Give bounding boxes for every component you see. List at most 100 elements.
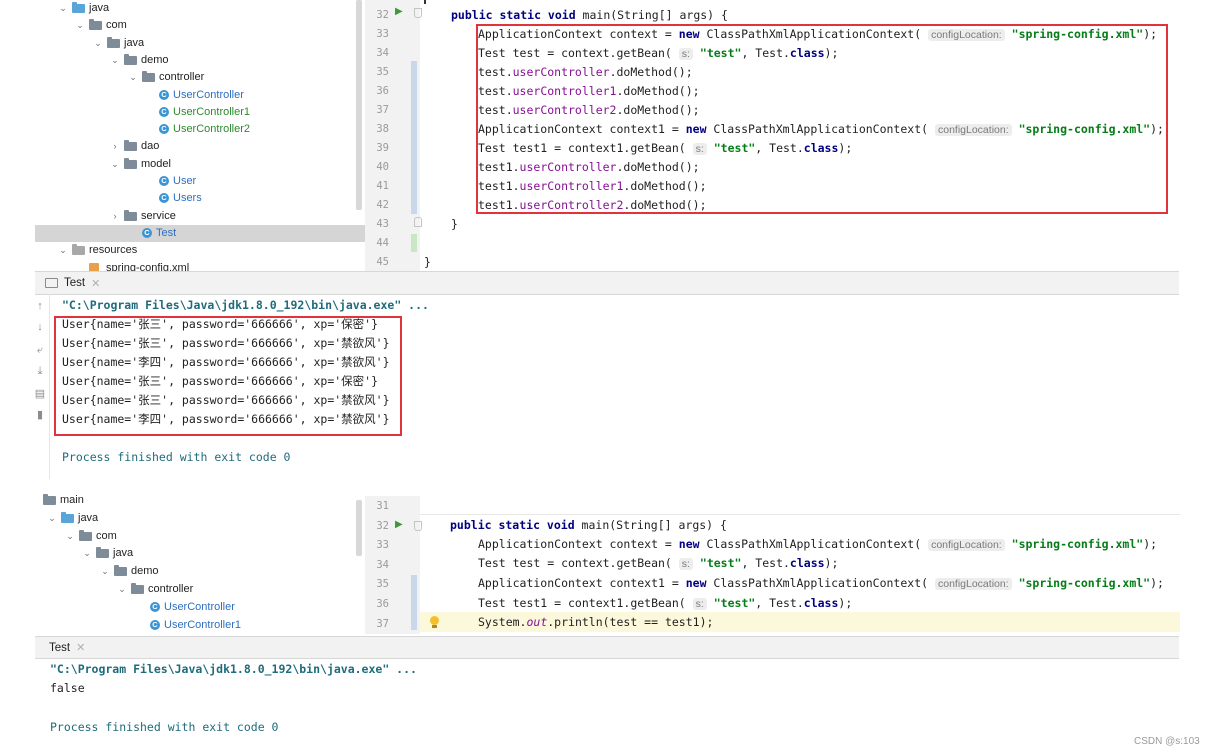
tree-item-label: UserController1 (173, 105, 251, 118)
tree-item[interactable]: C UserController1 (35, 617, 365, 634)
line-number: 32 (376, 9, 389, 21)
line-number: 44 (376, 237, 389, 249)
tree-item[interactable]: C Users (35, 190, 365, 207)
tree-item[interactable]: ⌄ com (35, 17, 365, 34)
folder-icon (72, 2, 85, 13)
param-hint: s: (692, 598, 707, 610)
chevron-down-icon[interactable]: ⌄ (93, 35, 103, 52)
run-main-icon[interactable]: ▶ (395, 6, 403, 17)
run-tabbar-top: Test ✕ (35, 271, 1179, 295)
tree-item[interactable]: › dao (35, 138, 365, 155)
print-icon[interactable]: ▤ (32, 387, 48, 400)
chevron-down-icon[interactable]: ⌄ (65, 528, 75, 545)
tree-item[interactable]: ⌄ java (35, 545, 365, 562)
folder-icon (72, 244, 85, 256)
line-number: 40 (376, 161, 389, 173)
close-icon[interactable]: ✕ (76, 641, 85, 654)
code-line-32: public static void main(String[] args) { (450, 518, 727, 532)
tree-item[interactable]: spring-config.xml (35, 260, 365, 272)
tree-item[interactable]: main (35, 492, 365, 509)
tree-item[interactable]: ⌄ demo (35, 52, 365, 69)
tree-item[interactable]: C UserController1 (35, 104, 365, 121)
tree-item[interactable]: C UserController (35, 87, 365, 104)
chevron-right-icon[interactable]: › (110, 208, 120, 225)
tree-item-label: demo (131, 565, 159, 578)
tab-test-bottom[interactable]: Test ✕ (49, 637, 85, 658)
line-number: 33 (376, 28, 389, 40)
tree-item[interactable]: ⌄ java (35, 0, 365, 17)
chevron-down-icon[interactable]: ⌄ (117, 581, 127, 598)
tree-item[interactable]: › service (35, 208, 365, 225)
console-command: "C:\Program Files\Java\jdk1.8.0_192\bin\… (50, 662, 417, 676)
lightbulb-icon[interactable] (430, 616, 439, 625)
chevron-down-icon[interactable]: ⌄ (75, 17, 85, 34)
chevron-down-icon[interactable]: ⌄ (82, 545, 92, 562)
chevron-down-icon[interactable]: ⌄ (110, 52, 120, 69)
xml-file-icon (89, 262, 99, 271)
line-number: 39 (376, 142, 389, 154)
line-number: 35 (376, 578, 389, 591)
code-line-32: public static void main(String[] args) { (451, 8, 728, 22)
tree-item[interactable]: C UserController (35, 599, 365, 616)
tree-item[interactable]: ⌄ controller (35, 69, 365, 86)
code-line-34: Test test = context.getBean( s: "test", … (478, 556, 839, 570)
tree-item[interactable]: ⌄ demo (35, 563, 365, 580)
chevron-down-icon[interactable]: ⌄ (110, 156, 120, 173)
tab-test-top[interactable]: Test ✕ (45, 272, 100, 294)
tree-item-label: Test (156, 226, 177, 239)
chevron-down-icon[interactable]: ⌄ (58, 242, 68, 259)
tree-item-label: controller (159, 71, 205, 84)
code-line-35: ApplicationContext context1 = new ClassP… (478, 576, 1164, 590)
tree-item-label: spring-config.xml (106, 261, 190, 272)
arrow-down-icon[interactable]: ↓ (32, 321, 48, 333)
trash-icon[interactable]: ▮ (32, 408, 48, 421)
line-number: 41 (376, 180, 389, 192)
tree-item-label: model (141, 157, 171, 170)
line-number: 34 (376, 558, 389, 571)
console-output-bottom[interactable]: "C:\Program Files\Java\jdk1.8.0_192\bin\… (50, 660, 1150, 740)
code-line-33: ApplicationContext context = new ClassPa… (478, 537, 1158, 551)
chevron-right-icon[interactable]: › (110, 138, 120, 155)
lightbulb-icon-base (432, 625, 437, 628)
tree-item[interactable]: C User (35, 173, 365, 190)
folder-icon (114, 565, 127, 577)
class-icon: C (159, 89, 169, 100)
vcs-added-marker (411, 234, 417, 252)
tree-item-label: UserController (164, 600, 235, 613)
editor-gutter-top: 32 33 34 35 36 37 38 39 40 41 42 43 44 45 ▶ (365, 0, 422, 271)
project-tree-scrollbar-bottom[interactable] (356, 500, 362, 556)
scroll-to-end-icon[interactable]: ⤓ (32, 365, 48, 378)
tree-item-label: Users (173, 192, 202, 205)
tree-item[interactable]: C Test (35, 224, 365, 242)
console-exit-message: Process finished with exit code 0 (50, 720, 279, 734)
soft-wrap-icon[interactable]: ⤶ (32, 344, 48, 357)
tree-item-label: UserController1 (164, 618, 242, 631)
close-icon[interactable]: ✕ (91, 277, 100, 290)
line-number: 38 (376, 123, 389, 135)
tree-item[interactable]: ⌄ com (35, 528, 365, 545)
console-toolbar-top: ↑ ↓ ⤶ ⤓ ▤ ▮ (32, 294, 46, 479)
project-tree-scrollbar-top[interactable] (356, 0, 362, 210)
tree-item[interactable]: ⌄ controller (35, 581, 365, 598)
console-output-line: false (50, 681, 85, 695)
code-editor-top[interactable]: public static void main(String[] args) {… (420, 0, 1180, 271)
param-hint: s: (678, 558, 693, 570)
tree-item-label: java (78, 511, 99, 524)
tree-item-label: resources (89, 244, 138, 257)
chevron-down-icon[interactable]: ⌄ (58, 0, 68, 17)
code-editor-bottom[interactable]: public static void main(String[] args) {… (420, 496, 1180, 634)
run-main-icon[interactable]: ▶ (395, 519, 403, 530)
arrow-up-icon[interactable]: ↑ (32, 300, 48, 312)
line-number: 37 (376, 617, 389, 630)
chevron-down-icon[interactable]: ⌄ (47, 510, 57, 527)
tree-item[interactable]: C UserController2 (35, 121, 365, 138)
project-tree-bottom: main ⌄ java ⌄ com ⌄ java ⌄ demo ⌄ controller C UserC… (35, 492, 365, 634)
tree-item[interactable]: ⌄ java (35, 510, 365, 527)
tree-item[interactable]: ⌄ model (35, 156, 365, 173)
chevron-down-icon[interactable]: ⌄ (128, 69, 138, 86)
tree-item[interactable]: ⌄ resources (35, 242, 365, 259)
chevron-down-icon[interactable]: ⌄ (100, 563, 110, 580)
tree-item[interactable]: ⌄ java (35, 35, 365, 52)
tree-item-label: User (173, 175, 197, 187)
folder-icon (79, 529, 92, 541)
